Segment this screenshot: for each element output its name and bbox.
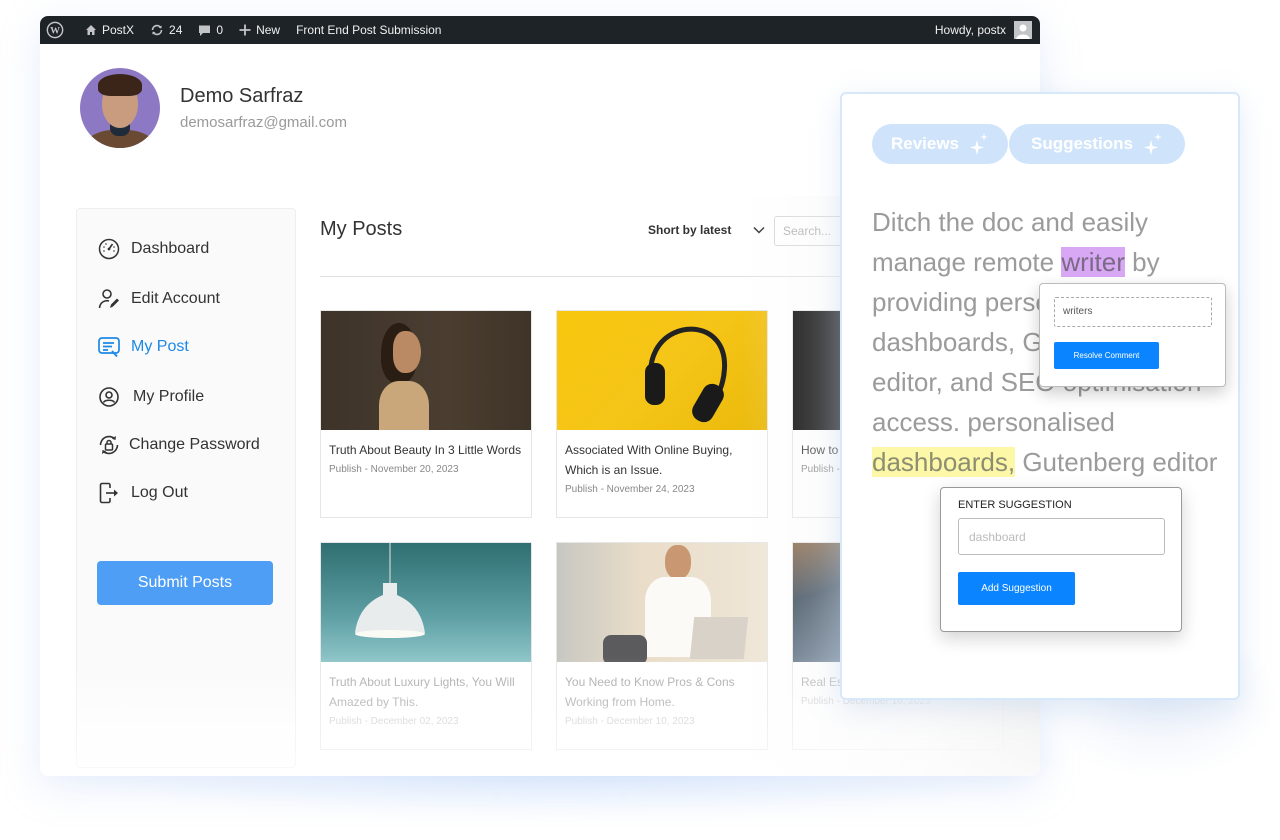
sidebar-item-my-post[interactable]: My Post bbox=[97, 335, 189, 359]
resolve-comment-button[interactable]: Resolve Comment bbox=[1054, 342, 1159, 369]
profile-header: Demo Sarfraz demosarfraz@gmail.com bbox=[80, 68, 347, 148]
post-title[interactable]: You Need to Know Pros & Cons Working fro… bbox=[557, 662, 767, 712]
plus-icon bbox=[239, 24, 251, 36]
post-card[interactable]: Truth About Luxury Lights, You Will Amaz… bbox=[320, 542, 532, 750]
sidebar-item-label: Edit Account bbox=[131, 290, 220, 307]
comment-popup: writers Resolve Comment bbox=[1039, 283, 1226, 387]
tab-reviews[interactable]: Reviews bbox=[872, 124, 1008, 164]
suggestion-highlight[interactable]: dashboards, bbox=[872, 447, 1016, 477]
post-card[interactable]: You Need to Know Pros & Cons Working fro… bbox=[556, 542, 768, 750]
sidebar-item-change-password[interactable]: Change Password bbox=[97, 433, 260, 457]
user-edit-icon bbox=[98, 289, 119, 309]
greeting-label: Howdy, postx bbox=[934, 23, 1006, 37]
new-label: New bbox=[256, 23, 281, 37]
sidebar-item-label: Dashboard bbox=[131, 240, 210, 257]
post-thumbnail-pendant-lamp bbox=[321, 543, 531, 662]
wp-admin-bar: W PostX 24 0 New Front End Post Submissi… bbox=[40, 16, 1040, 44]
page-link[interactable]: Front End Post Submission bbox=[296, 23, 441, 37]
page-link-label: Front End Post Submission bbox=[296, 23, 442, 37]
comments-count: 0 bbox=[216, 23, 224, 37]
suggestion-label: ENTER SUGGESTION bbox=[958, 499, 1072, 511]
sort-dropdown[interactable]: Short by latest bbox=[648, 223, 765, 237]
updates-link[interactable]: 24 bbox=[150, 23, 182, 37]
svg-text:W: W bbox=[50, 26, 60, 37]
refresh-icon bbox=[151, 24, 163, 36]
sparkle-icon bbox=[970, 133, 989, 155]
comment-bubble-icon bbox=[199, 25, 211, 36]
search-placeholder: Search... bbox=[783, 224, 832, 238]
lock-refresh-icon bbox=[99, 435, 119, 455]
post-card[interactable]: Truth About Beauty In 3 Little Words Pub… bbox=[320, 310, 532, 518]
account-menu[interactable]: Howdy, postx bbox=[935, 16, 1032, 44]
dashboard-gauge-icon bbox=[98, 238, 120, 260]
suggestion-input[interactable]: dashboard bbox=[958, 518, 1165, 555]
site-name-label: PostX bbox=[102, 23, 135, 37]
editor-text-segment: Gutenberg editor bbox=[1015, 447, 1218, 477]
logout-icon bbox=[99, 482, 118, 504]
page-title: My Posts bbox=[320, 218, 403, 240]
sidebar-item-edit-account[interactable]: Edit Account bbox=[97, 287, 220, 311]
sidebar-item-my-profile[interactable]: My Profile bbox=[97, 385, 204, 409]
post-card[interactable]: Associated With Online Buying, Which is … bbox=[556, 310, 768, 518]
site-name-link[interactable]: PostX bbox=[85, 23, 134, 37]
post-title[interactable]: Associated With Online Buying, Which is … bbox=[557, 430, 767, 480]
submit-posts-button[interactable]: Submit Posts bbox=[97, 561, 273, 605]
account-sidebar: Dashboard Edit Account My Post My Profil… bbox=[76, 208, 296, 768]
avatar bbox=[80, 68, 160, 148]
wordpress-logo-button[interactable]: W bbox=[46, 21, 69, 39]
wordpress-icon: W bbox=[46, 21, 64, 39]
sidebar-item-label: Log Out bbox=[131, 484, 188, 501]
add-suggestion-button[interactable]: Add Suggestion bbox=[958, 572, 1075, 605]
suggestion-popup: ENTER SUGGESTION dashboard Add Suggestio… bbox=[940, 487, 1182, 632]
tab-suggestions-label: Suggestions bbox=[1030, 134, 1133, 153]
comments-link[interactable]: 0 bbox=[198, 23, 223, 37]
post-thumbnail-man-on-phone bbox=[557, 543, 767, 662]
post-thumbnail-woman-portrait bbox=[321, 311, 531, 430]
post-date: Publish - November 24, 2023 bbox=[565, 484, 695, 495]
header-divider bbox=[320, 276, 880, 277]
sidebar-item-label: My Post bbox=[131, 338, 189, 355]
post-date: Publish - December 02, 2023 bbox=[329, 716, 459, 727]
profile-name: Demo Sarfraz bbox=[180, 85, 304, 107]
sidebar-item-log-out[interactable]: Log Out bbox=[97, 481, 188, 505]
updates-count: 24 bbox=[169, 23, 183, 37]
home-icon bbox=[86, 25, 96, 35]
sidebar-item-label: Change Password bbox=[129, 436, 260, 453]
comment-input[interactable]: writers bbox=[1054, 297, 1212, 327]
profile-email: demosarfraz@gmail.com bbox=[180, 114, 347, 131]
chevron-down-icon bbox=[753, 226, 765, 234]
post-thumbnail-headphones bbox=[557, 311, 767, 430]
post-date: Publish - November 20, 2023 bbox=[329, 464, 459, 475]
post-title[interactable]: Truth About Luxury Lights, You Will Amaz… bbox=[321, 662, 531, 712]
admin-avatar-icon bbox=[1014, 21, 1032, 39]
user-circle-icon bbox=[99, 387, 119, 407]
sidebar-item-dashboard[interactable]: Dashboard bbox=[97, 237, 209, 261]
sort-label: Short by latest bbox=[648, 223, 732, 237]
tab-reviews-label: Reviews bbox=[890, 134, 960, 153]
tab-suggestions[interactable]: Suggestions bbox=[1009, 124, 1185, 164]
post-title[interactable]: Truth About Beauty In 3 Little Words bbox=[321, 430, 531, 460]
sparkle-icon bbox=[1144, 133, 1162, 155]
post-list-icon bbox=[98, 337, 120, 358]
new-content-link[interactable]: New bbox=[239, 23, 280, 37]
post-date: Publish - December 10, 2023 bbox=[565, 716, 695, 727]
sidebar-item-label: My Profile bbox=[133, 388, 205, 405]
comment-highlight[interactable]: writer bbox=[1061, 247, 1125, 277]
